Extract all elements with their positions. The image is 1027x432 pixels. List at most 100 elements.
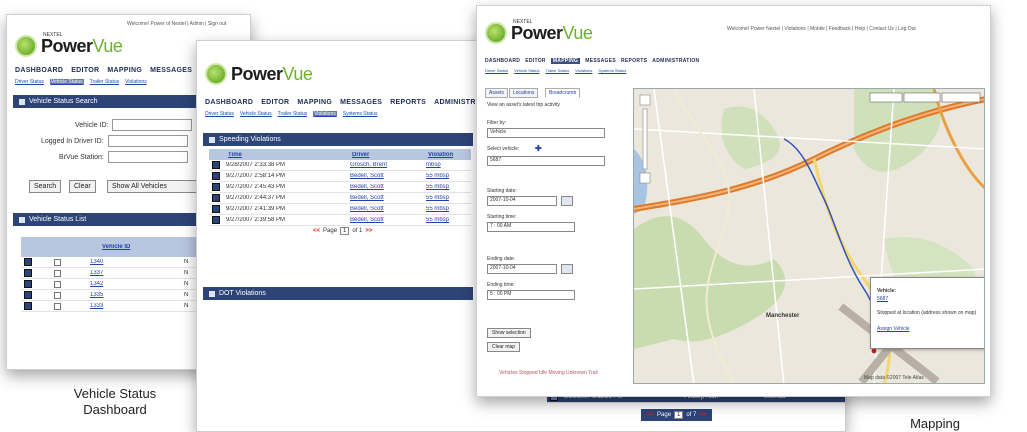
driver-column-header[interactable]: Driver [349, 152, 425, 158]
driver-link[interactable]: Bedell, Scott [347, 206, 423, 212]
subnav-vehicle-status[interactable]: Vehicle Status [240, 111, 272, 117]
details-icon[interactable] [212, 172, 220, 180]
page-number-input[interactable]: 1 [674, 411, 684, 419]
filter-by-select[interactable]: Vehicle [487, 128, 605, 138]
details-icon[interactable] [24, 280, 32, 288]
violation-link[interactable]: 55 mbsp [423, 217, 463, 223]
vehicle-id-column-header[interactable]: Vehicle ID [99, 244, 193, 250]
subnav-driver-status[interactable]: Driver Status [485, 68, 508, 73]
subnav-trailer-status[interactable]: Trailer Status [278, 111, 308, 117]
tab-assets[interactable]: Assets [485, 88, 509, 98]
nav-editor[interactable]: EDITOR [71, 67, 99, 74]
violation-link[interactable]: 55 mbsp [423, 195, 463, 201]
row-checkbox[interactable] [54, 269, 61, 277]
map-view[interactable]: Manchester Vehicle: 5687 Stopped at loca… [633, 88, 985, 384]
vehicle-id-link[interactable]: 1337 [87, 270, 181, 276]
details-icon[interactable] [24, 291, 32, 299]
nav-reports[interactable]: REPORTS [621, 58, 647, 64]
show-selection-button[interactable]: Show selection [487, 328, 531, 338]
subnav-violations[interactable]: Violations [575, 68, 592, 73]
details-icon[interactable] [212, 194, 220, 202]
subnav-violations[interactable]: Violations [313, 111, 337, 117]
nav-messages[interactable]: MESSAGES [340, 99, 382, 106]
time-column-header[interactable]: Time [225, 152, 349, 158]
vehicle-id-link[interactable]: 1340 [87, 259, 181, 265]
details-icon[interactable] [212, 161, 220, 169]
vehicle-id-input[interactable] [112, 119, 193, 131]
prev-page-button[interactable]: << [647, 412, 654, 418]
details-icon[interactable] [212, 183, 220, 191]
driver-id-input[interactable] [107, 135, 188, 147]
next-page-button[interactable]: >> [365, 228, 372, 234]
select-vehicle-select[interactable]: 5687 [487, 156, 605, 166]
add-vehicle-icon[interactable]: ✚ [535, 144, 542, 153]
tab-breadcrumb[interactable]: Breadcrumb [545, 88, 581, 98]
clear-button[interactable]: Clear [69, 180, 96, 193]
driver-link[interactable]: Bedell, Scott [347, 173, 423, 179]
details-icon[interactable] [24, 302, 32, 310]
collapse-icon[interactable] [209, 290, 215, 297]
details-icon[interactable] [24, 269, 32, 277]
nav-editor[interactable]: EDITOR [525, 58, 546, 64]
nav-editor[interactable]: EDITOR [261, 99, 289, 106]
search-button[interactable]: Search [29, 180, 62, 193]
page-number-input[interactable]: 1 [340, 227, 350, 235]
starting-time-select[interactable]: 7 : 00 AM [487, 222, 575, 232]
row-checkbox[interactable] [54, 258, 61, 266]
violation-link[interactable]: 55 mbsp [423, 184, 463, 190]
next-page-button[interactable]: >> [699, 412, 706, 418]
clear-map-button[interactable]: Clear map [487, 342, 521, 352]
nav-mapping[interactable]: MAPPING [107, 67, 142, 74]
subnav-vehicle-status[interactable]: Vehicle Status [514, 68, 539, 73]
nav-administration[interactable]: ADMINISTRATION [652, 58, 699, 64]
row-checkbox[interactable] [54, 280, 61, 288]
ending-date-input[interactable]: 2007-10-04 [487, 264, 557, 274]
collapse-icon[interactable] [19, 98, 25, 105]
subnav-vehicle-status[interactable]: Vehicle Status [49, 79, 84, 85]
vehicle-info-popup[interactable]: Vehicle: 5687 Stopped at location (addre… [870, 277, 984, 349]
starting-date-input[interactable]: 2007-10-04 [487, 196, 557, 206]
details-icon[interactable] [24, 258, 32, 266]
tab-locations[interactable]: Locations [509, 88, 539, 98]
vehicle-id-link[interactable]: 1333 [87, 303, 181, 309]
powervue-logo[interactable]: PowerVue NEXTEL [15, 32, 123, 57]
nav-dashboard[interactable]: DASHBOARD [485, 58, 520, 64]
subnav-trailer-status[interactable]: Trailer Status [545, 68, 569, 73]
violation-column-header[interactable]: Violation [425, 152, 465, 158]
calendar-icon[interactable] [561, 264, 573, 274]
row-checkbox[interactable] [54, 302, 61, 310]
nav-dashboard[interactable]: DASHBOARD [205, 99, 253, 106]
subnav-trailer-status[interactable]: Trailer Status [90, 79, 120, 85]
calendar-icon[interactable] [561, 196, 573, 206]
subnav-systems-status[interactable]: Systems Status [598, 68, 626, 73]
violation-link[interactable]: mbsp [423, 162, 463, 168]
driver-link[interactable]: Bedell, Scott [347, 184, 423, 190]
collapse-icon[interactable] [19, 216, 25, 223]
nav-dashboard[interactable]: DASHBOARD [15, 67, 63, 74]
subnav-driver-status[interactable]: Driver Status [205, 111, 234, 117]
vehicle-id-link[interactable]: 1335 [87, 292, 181, 298]
station-input[interactable] [107, 151, 188, 163]
details-icon[interactable] [212, 205, 220, 213]
collapse-icon[interactable] [209, 136, 215, 143]
nav-reports[interactable]: REPORTS [390, 99, 426, 106]
popup-vehicle-link[interactable]: 5687 [877, 296, 888, 302]
prev-page-button[interactable]: << [313, 228, 320, 234]
nav-messages[interactable]: MESSAGES [150, 67, 192, 74]
row-checkbox[interactable] [54, 291, 61, 299]
details-icon[interactable] [212, 216, 220, 224]
violation-link[interactable]: 55 mbsp [423, 206, 463, 212]
driver-link[interactable]: Bedell, Scott [347, 217, 423, 223]
nav-messages[interactable]: MESSAGES [585, 58, 616, 64]
ending-time-select[interactable]: 5 : 00 PM [487, 290, 575, 300]
powervue-logo[interactable]: PowerVue NEXTEL [485, 19, 593, 44]
popup-assign-link[interactable]: Assign Vehicle [877, 326, 910, 332]
driver-link[interactable]: Bedell, Scott [347, 195, 423, 201]
powervue-logo[interactable]: PowerVue [205, 63, 313, 85]
subnav-driver-status[interactable]: Driver Status [15, 79, 44, 85]
subnav-systems-status[interactable]: Systems Status [343, 111, 378, 117]
violation-link[interactable]: 55 mbsp [423, 173, 463, 179]
nav-mapping[interactable]: MAPPING [297, 99, 332, 106]
subnav-violations[interactable]: Violations [125, 79, 147, 85]
nav-mapping[interactable]: MAPPING [550, 58, 581, 64]
